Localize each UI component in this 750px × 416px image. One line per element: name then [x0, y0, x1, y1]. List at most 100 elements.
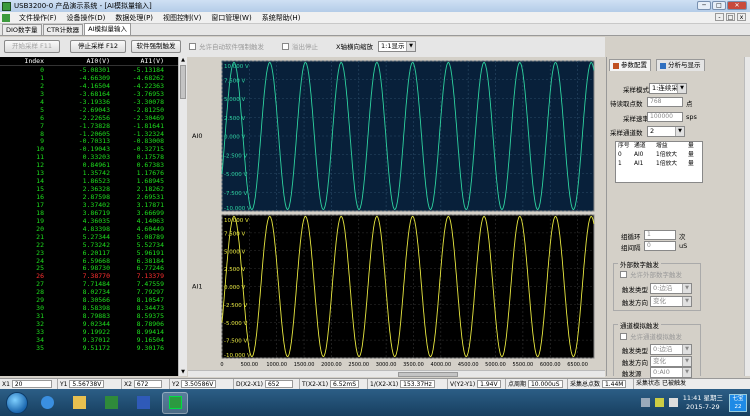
taskbar-app[interactable]	[162, 391, 188, 414]
table-row[interactable]: 28 8.02734 7.79297	[0, 288, 178, 296]
start-sampling-button[interactable]: 开始采样 F11	[4, 40, 60, 53]
ime-label: 七宝	[732, 395, 744, 402]
x-zoom-select[interactable]: 1:1显示 ▼	[378, 41, 416, 52]
ext-trigger-checkbox[interactable]: 允许外部数字触发	[620, 268, 682, 280]
overflow-stop-checkbox[interactable]: 溢出停止	[282, 40, 318, 52]
table-row[interactable]: 2 -4.16504 -4.22363	[0, 82, 178, 90]
close-button[interactable]: ✕	[727, 1, 747, 10]
table-row[interactable]: 31 8.79883 8.59375	[0, 312, 178, 320]
status-period: 点周期 10.000uS	[506, 379, 568, 389]
rate-unit: sps	[686, 113, 697, 121]
table-row[interactable]: 34 9.37012 9.16504	[0, 336, 178, 344]
table-row[interactable]: 32 9.02344 8.78906	[0, 320, 178, 328]
table-row[interactable]: 35 9.51172 9.30176	[0, 344, 178, 352]
menu-app-icon[interactable]	[2, 13, 10, 22]
table-row[interactable]: 33 9.19922 8.99414	[0, 328, 178, 336]
taskbar-explorer[interactable]	[66, 392, 92, 414]
table-row[interactable]: 5 -2.69043 -2.81250	[0, 106, 178, 114]
flag-icon[interactable]	[654, 398, 664, 407]
table-row[interactable]: 14 1.86523 1.68945	[0, 177, 178, 185]
minimize-button[interactable]: ─	[697, 1, 711, 10]
waveform-chart[interactable]: 10.000 V7.500 V5.000 V2.500 V0.000 V-2.5…	[188, 57, 605, 370]
table-row[interactable]: 7 -1.73828 -1.81641	[0, 122, 178, 130]
auto-soft-trigger-checkbox[interactable]: 允许自动软件强制触发	[189, 40, 264, 52]
table-row[interactable]: 23 6.20117 5.96191	[0, 249, 178, 257]
stop-sampling-button[interactable]: 停止采样 F12	[70, 40, 126, 53]
table-row[interactable]: 16 2.87598 2.69531	[0, 193, 178, 201]
rate-input[interactable]: 100000	[647, 112, 683, 122]
mdi-close-button[interactable]: x	[737, 13, 746, 21]
checkbox-box	[282, 42, 289, 50]
table-row[interactable]: 15 2.36328 2.18262	[0, 185, 178, 193]
ana-source-select[interactable]: 0:AI0 ▼	[650, 367, 692, 378]
group-interval-input[interactable]: 0	[644, 241, 676, 251]
plot-scrollbar[interactable]	[188, 370, 605, 377]
group-loop-input[interactable]: 1	[644, 230, 676, 240]
menu-file[interactable]: 文件操作(F)	[14, 13, 62, 23]
table-row[interactable]: 30 8.58398 8.34473	[0, 304, 178, 312]
table-row[interactable]: 26 7.38770 7.13379	[0, 272, 178, 280]
table-row[interactable]: 1 -4.66309 -4.68262	[0, 74, 178, 82]
volume-icon[interactable]	[668, 398, 678, 407]
scroll-down-icon[interactable]: ▼	[179, 369, 187, 376]
ana-type-select[interactable]: 0:边沿 ▼	[650, 344, 692, 355]
ext-type-select[interactable]: 0:边沿 ▼	[650, 283, 692, 294]
ime-indicator[interactable]: 七宝 22	[729, 393, 747, 412]
network-icon[interactable]	[640, 398, 650, 407]
channel-row[interactable]: 1 AI1 1倍放大 量	[616, 160, 702, 169]
taskbar-word[interactable]	[130, 392, 156, 414]
menu-window[interactable]: 窗口管理(W)	[206, 13, 256, 23]
plot-scroll-thumb[interactable]	[398, 372, 458, 377]
table-row[interactable]: 24 6.59668 6.38184	[0, 257, 178, 265]
table-row[interactable]: 6 -2.22656 -2.30469	[0, 114, 178, 122]
mdi-minimize-button[interactable]: -	[715, 13, 724, 21]
table-row[interactable]: 10 -0.19043 -0.32715	[0, 145, 178, 153]
start-button[interactable]	[6, 391, 28, 414]
menu-view[interactable]: 视图控制(V)	[158, 13, 206, 23]
table-row[interactable]: 9 -0.70313 -0.83008	[0, 137, 178, 145]
table-row[interactable]: 20 4.83398 4.60449	[0, 225, 178, 233]
table-row[interactable]: 19 4.36035 4.14063	[0, 217, 178, 225]
table-row[interactable]: 17 3.37402 3.17871	[0, 201, 178, 209]
ana-trigger-checkbox[interactable]: 允许通道模拟触发	[620, 330, 682, 342]
clock[interactable]: 11:41 星期三 2015-7-29	[683, 394, 723, 412]
tab-ai[interactable]: AI模拟量输入	[84, 23, 131, 35]
table-row[interactable]: 25 6.98730 6.77246	[0, 264, 178, 272]
table-row[interactable]: 22 5.73242 5.52734	[0, 241, 178, 249]
table-row[interactable]: 12 0.84961 0.67383	[0, 161, 178, 169]
panel-scrollbar[interactable]	[744, 57, 750, 376]
ext-dir-select[interactable]: 变化 ▼	[650, 296, 692, 307]
table-row[interactable]: 29 8.30566 8.10547	[0, 296, 178, 304]
menu-help[interactable]: 系统帮助(H)	[257, 13, 306, 23]
table-row[interactable]: 8 -1.20605 -1.32324	[0, 130, 178, 138]
table-row[interactable]: 13 1.35742 1.17676	[0, 169, 178, 177]
mdi-restore-button[interactable]: □	[726, 13, 735, 21]
scroll-thumb[interactable]	[180, 65, 186, 99]
points-input[interactable]: 768	[647, 97, 683, 107]
taskbar-ie[interactable]	[34, 392, 60, 414]
tab-ctr[interactable]: CTR计数器	[42, 24, 84, 35]
channels-select[interactable]: 2 ▼	[647, 126, 685, 137]
table-row[interactable]: 27 7.71484 7.47559	[0, 280, 178, 288]
data-table[interactable]: Index AI0(V) AI1(V) 0 -5.08301 -5.13184 1 -4…	[0, 57, 178, 376]
tab-dio[interactable]: DIO数字量	[2, 24, 42, 35]
table-row[interactable]: 21 5.27344 5.08789	[0, 233, 178, 241]
table-scrollbar[interactable]: ▲ ▼	[178, 57, 187, 376]
channel-table[interactable]: 序号 通道 增益 量 0 AI0 1倍放大 量 1 AI1 1倍放大 量	[615, 141, 703, 183]
tab-analysis[interactable]: 分析与显示	[656, 59, 705, 71]
soft-trigger-button[interactable]: 软件强制触发	[131, 40, 181, 53]
scroll-up-icon[interactable]: ▲	[179, 57, 187, 64]
table-row[interactable]: 18 3.86719 3.66699	[0, 209, 178, 217]
table-row[interactable]: 4 -3.19336 -3.30078	[0, 98, 178, 106]
table-row[interactable]: 0 -5.08301 -5.13184	[0, 66, 178, 74]
taskbar-excel[interactable]	[98, 392, 124, 414]
menu-data[interactable]: 数据处理(P)	[110, 13, 158, 23]
tab-parameters[interactable]: 参数配置	[609, 59, 651, 71]
table-row[interactable]: 3 -3.68164 -3.76953	[0, 90, 178, 98]
menu-device[interactable]: 设备操作(D)	[62, 13, 111, 23]
maximize-button[interactable]: □	[712, 1, 726, 10]
channel-row[interactable]: 0 AI0 1倍放大 量	[616, 151, 702, 160]
ana-dir-select[interactable]: 变化 ▼	[650, 356, 692, 367]
table-row[interactable]: 11 0.33203 0.17578	[0, 153, 178, 161]
sample-mode-select[interactable]: 1:连续采 ▼	[649, 83, 687, 94]
